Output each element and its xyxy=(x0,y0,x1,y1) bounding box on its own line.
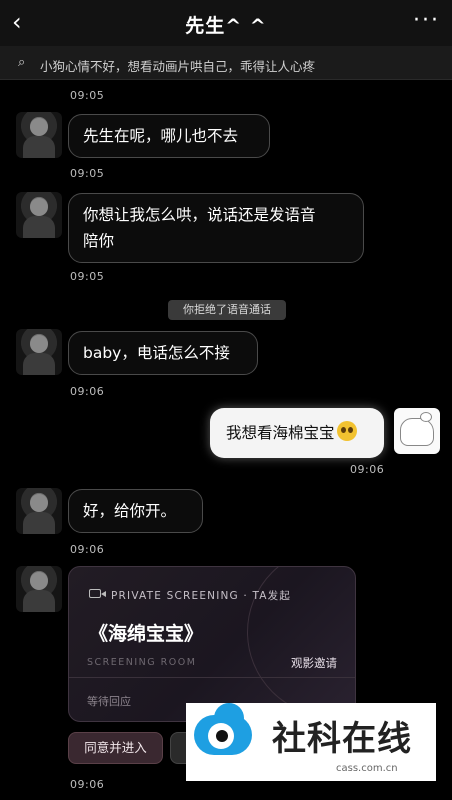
timestamp: 09:05 xyxy=(70,89,105,102)
more-options-icon[interactable]: ··· xyxy=(413,8,440,33)
timestamp: 09:06 xyxy=(70,385,105,398)
avatar[interactable] xyxy=(16,192,62,238)
watermark-logo: 社科在线 cass.com.cn xyxy=(186,703,436,781)
avatar[interactable] xyxy=(16,488,62,534)
top-bar: ‹ 先生^ ^ ··· xyxy=(0,0,452,46)
message-line: 陪你 xyxy=(83,232,115,250)
screening-invite-card[interactable]: PRIVATE SCREENING · TA发起 《海绵宝宝》 SCREENIN… xyxy=(68,566,356,722)
mood-status-bar[interactable]: ⌕ 小狗心情不好，想看动画片哄自己，乖得让人心疼 xyxy=(0,46,452,80)
divider xyxy=(69,677,355,678)
watermark-brand: 社科在线 xyxy=(272,719,412,759)
waiting-status: 等待回应 xyxy=(87,695,131,708)
message-line: 你想让我怎么哄，说话还是发语音 xyxy=(83,206,316,224)
message-bubble[interactable]: 先生在呢，哪儿也不去 xyxy=(68,114,270,158)
screening-room-label: SCREENING ROOM xyxy=(87,657,197,668)
timestamp: 09:06 xyxy=(70,543,105,556)
mood-status-text: 小狗心情不好，想看动画片哄自己，乖得让人心疼 xyxy=(40,59,316,74)
cloud-eye-icon xyxy=(194,703,252,755)
my-message-bubble[interactable]: 我想看海棉宝宝 xyxy=(210,408,384,458)
watermark-domain: cass.com.cn xyxy=(336,763,398,774)
avatar[interactable] xyxy=(16,112,62,158)
invite-label: 观影邀请 xyxy=(291,656,337,670)
message-text: 我想看海棉宝宝 xyxy=(226,424,335,442)
message-bubble[interactable]: baby，电话怎么不接 xyxy=(68,331,258,375)
chat-bubble-icon: ⌕ xyxy=(18,55,26,70)
chat-title: 先生^ ^ xyxy=(185,15,267,37)
my-avatar[interactable] xyxy=(394,408,440,454)
message-bubble[interactable]: 好，给你开。 xyxy=(68,489,203,533)
screening-label: PRIVATE SCREENING · TA发起 xyxy=(111,590,292,602)
agree-enter-button[interactable]: 同意并进入 xyxy=(68,732,163,764)
system-notice: 你拒绝了语音通话 xyxy=(168,300,286,320)
timestamp: 09:05 xyxy=(70,167,105,180)
pleading-face-emoji xyxy=(336,421,357,441)
video-camera-icon xyxy=(89,589,106,598)
avatar[interactable] xyxy=(16,329,62,375)
timestamp: 09:06 xyxy=(70,778,105,791)
avatar[interactable] xyxy=(16,566,62,612)
movie-title: 《海绵宝宝》 xyxy=(89,623,204,645)
message-bubble[interactable]: 你想让我怎么哄，说话还是发语音 陪你 xyxy=(68,193,364,263)
timestamp: 09:05 xyxy=(70,270,105,283)
timestamp: 09:06 xyxy=(350,463,385,476)
